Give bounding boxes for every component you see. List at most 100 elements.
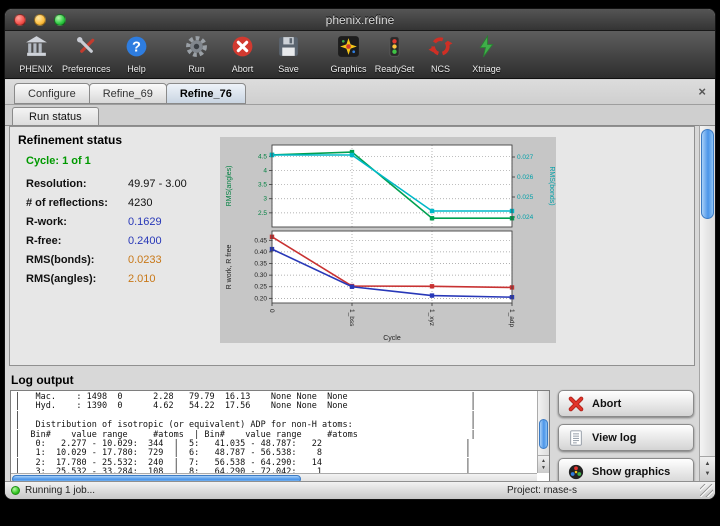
minimize-window-button[interactable] <box>34 14 46 26</box>
stat-label: # of reflections: <box>26 197 128 209</box>
status-bar: Running 1 job... Project: rnase-s <box>5 481 715 499</box>
content-scroll-arrows[interactable]: ▲▼ <box>700 456 715 481</box>
toolbar-label: Run <box>188 64 205 74</box>
svg-text:0.026: 0.026 <box>517 174 534 181</box>
view-log-button[interactable]: View log <box>558 424 694 451</box>
svg-text:4.5: 4.5 <box>258 153 267 160</box>
stat-label: RMS(bonds): <box>26 254 128 266</box>
content-vertical-scrollbar[interactable]: ▲▼ <box>699 125 715 481</box>
svg-text:RMS(bonds): RMS(bonds) <box>548 166 555 205</box>
stat-label: R-work: <box>26 216 128 228</box>
log-vertical-scroll-arrows[interactable]: ▲▼ <box>538 455 549 473</box>
svg-text:4: 4 <box>263 167 267 174</box>
subtab-bar: Run status <box>5 104 715 125</box>
toolbar-button-abort[interactable]: Abort <box>220 34 266 74</box>
app-window: phenix.refine PHENIX Preferences ? Help … <box>4 8 716 500</box>
svg-text:0.45: 0.45 <box>254 237 267 244</box>
scroll-up-icon[interactable]: ▲ <box>541 458 546 464</box>
toolbar-button-help[interactable]: ? Help <box>114 34 160 74</box>
show-graphics-button-label: Show graphics <box>592 466 670 478</box>
stat-rms-angles: RMS(angles): 2.010 <box>26 269 222 288</box>
toolbar-button-graphics[interactable]: Graphics <box>326 34 372 74</box>
ncs-cyclic-arrows-icon <box>428 34 453 64</box>
abort-x-icon <box>567 395 585 413</box>
titlebar[interactable]: phenix.refine <box>5 9 715 31</box>
show-graphics-button[interactable]: Show graphics <box>558 458 694 481</box>
stat-rms-bonds: RMS(bonds): 0.0233 <box>26 250 222 269</box>
zoom-window-button[interactable] <box>54 14 66 26</box>
close-tab-icon[interactable]: × <box>698 85 706 98</box>
svg-text:1_xyz: 1_xyz <box>428 309 435 326</box>
phenix-home-icon <box>24 34 49 64</box>
svg-text:1_bss: 1_bss <box>348 309 355 327</box>
abort-button[interactable]: Abort <box>558 390 694 417</box>
svg-text:0.40: 0.40 <box>254 249 267 256</box>
stat-value: 49.97 - 3.00 <box>128 178 187 190</box>
content-scrollbar-thumb[interactable] <box>701 129 714 219</box>
tab-bar: Configure Refine_69 Refine_76 × <box>5 80 715 104</box>
stat-value: 0.0233 <box>128 254 162 266</box>
toolbar-button-run[interactable]: Run <box>174 34 220 74</box>
log-document-icon <box>567 429 585 447</box>
resize-grip[interactable] <box>700 484 713 497</box>
svg-text:3: 3 <box>263 196 267 203</box>
svg-text:0.025: 0.025 <box>517 194 534 201</box>
log-vertical-scrollbar[interactable]: ▲▼ <box>537 391 549 473</box>
tab-refine-76[interactable]: Refine_76 <box>166 83 246 104</box>
refinement-stats: Cycle: 1 of 1 Resolution: 49.97 - 3.00 #… <box>26 155 222 288</box>
log-output-title: Log output <box>11 373 695 387</box>
refinement-status-panel: Refinement status Cycle: 1 of 1 Resoluti… <box>9 126 695 366</box>
toolbar-button-readyset[interactable]: ReadySet <box>372 34 418 74</box>
svg-text:RMS(angles): RMS(angles) <box>226 166 233 207</box>
stat-r-free: R-free: 0.2400 <box>26 231 222 250</box>
show-graphics-icon <box>567 463 585 481</box>
stat-value: 2.010 <box>128 273 156 285</box>
svg-text:0.027: 0.027 <box>517 154 534 161</box>
svg-text:?: ? <box>132 40 141 56</box>
graphics-icon <box>336 34 361 64</box>
log-output-section: | Mac. : 1498 0 2.28 79.79 16.13 None No… <box>9 390 695 481</box>
toolbar-button-xtriage[interactable]: Xtriage <box>464 34 510 74</box>
run-gear-icon <box>184 34 209 64</box>
stat-label: Resolution: <box>26 178 128 190</box>
scroll-down-icon[interactable]: ▼ <box>705 471 711 477</box>
tab-configure[interactable]: Configure <box>14 83 90 104</box>
toolbar-button-phenix[interactable]: PHENIX <box>13 34 59 74</box>
status-message: Running 1 job... <box>25 485 95 496</box>
toolbar-label: Preferences <box>62 64 111 74</box>
stat-reflections: # of reflections: 4230 <box>26 193 222 212</box>
toolbar: PHENIX Preferences ? Help Run Abort Save… <box>5 31 715 79</box>
scroll-up-icon[interactable]: ▲ <box>705 461 711 467</box>
svg-text:0.20: 0.20 <box>254 295 267 302</box>
log-text: | Mac. : 1498 0 2.28 79.79 16.13 None No… <box>15 393 533 481</box>
toolbar-button-save[interactable]: Save <box>266 34 312 74</box>
preferences-tools-icon <box>74 34 99 64</box>
toolbar-label: Xtriage <box>472 64 501 74</box>
action-buttons: Abort View log Show graphics <box>558 390 694 481</box>
toolbar-button-preferences[interactable]: Preferences <box>59 34 114 74</box>
svg-text:0.25: 0.25 <box>254 284 267 291</box>
xtriage-bolt-icon <box>474 34 499 64</box>
stat-value: 0.2400 <box>128 235 162 247</box>
tab-run-status[interactable]: Run status <box>12 107 99 125</box>
project-label: Project: rnase-s <box>507 485 577 496</box>
help-icon: ? <box>124 34 149 64</box>
tab-refine-69[interactable]: Refine_69 <box>89 83 167 104</box>
refinement-chart: 2.533.544.50.0240.0250.0260.0270.200.250… <box>220 137 556 343</box>
stat-label: R-free: <box>26 235 128 247</box>
run-status-panel: Refinement status Cycle: 1 of 1 Resoluti… <box>5 125 699 481</box>
toolbar-label: ReadySet <box>375 64 415 74</box>
scroll-down-icon[interactable]: ▼ <box>541 465 546 471</box>
view-log-button-label: View log <box>592 432 636 444</box>
toolbar-button-ncs[interactable]: NCS <box>418 34 464 74</box>
stat-r-work: R-work: 0.1629 <box>26 212 222 231</box>
stat-label: RMS(angles): <box>26 273 128 285</box>
svg-text:3.5: 3.5 <box>258 182 267 189</box>
svg-text:R work, R free: R work, R free <box>226 245 233 290</box>
toolbar-label: Save <box>278 64 299 74</box>
log-textbox[interactable]: | Mac. : 1498 0 2.28 79.79 16.13 None No… <box>10 390 550 481</box>
log-vertical-scrollbar-thumb[interactable] <box>539 419 548 449</box>
svg-text:1_adp: 1_adp <box>508 309 515 327</box>
close-window-button[interactable] <box>14 14 26 26</box>
log-horizontal-scrollbar[interactable] <box>11 473 537 481</box>
